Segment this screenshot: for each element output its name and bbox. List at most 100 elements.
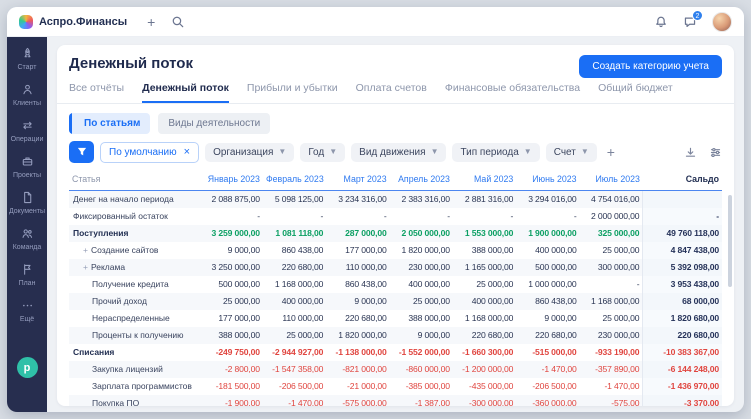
cell-value: 1 081 118,00: [275, 228, 324, 238]
table-row[interactable]: Денег на начало периода 2 088 875,00 5 098…: [69, 190, 722, 208]
column-month[interactable]: Март 2023: [326, 170, 390, 191]
assistant-logo-icon[interactable]: p: [16, 357, 38, 378]
cell-value: -: [447, 211, 450, 221]
row-label: Прочий доход: [92, 296, 147, 306]
cell-value: -: [636, 279, 640, 289]
briefcase-icon: [21, 155, 34, 170]
add-filter-button[interactable]: +: [603, 144, 619, 160]
cell-value: -1 900,00: [224, 398, 260, 406]
cell-value: -821 000,00: [342, 364, 387, 374]
table-row[interactable]: Закупка лицензий -2 800,00 -1 547 358,00 -8…: [69, 360, 722, 378]
table-row[interactable]: Зарплата программистов -181 500,00 -206 50…: [69, 377, 722, 395]
cell-saldo: 68 000,00: [642, 292, 722, 310]
avatar[interactable]: [712, 11, 732, 32]
close-icon[interactable]: ×: [184, 146, 190, 158]
cell-value: 2 000 000,00: [591, 211, 640, 221]
row-article: Зарплата программистов: [69, 378, 200, 395]
sidebar-item-projects[interactable]: Проекты: [7, 155, 47, 179]
column-month[interactable]: Июль 2023: [579, 170, 643, 191]
filter-dropdown-2[interactable]: Год ▼: [300, 142, 346, 162]
chevron-down-icon: ▼: [329, 147, 338, 156]
table-body: Денег на начало периода 2 088 875,00 5 098…: [69, 190, 722, 406]
sidebar-item-label: Команда: [12, 244, 42, 251]
filter-dropdown-4[interactable]: Тип периода ▼: [452, 142, 540, 162]
row-label: Проценты к получению: [92, 330, 184, 340]
cell-value: -1 470,00: [541, 364, 577, 374]
column-month[interactable]: Февраль 2023: [262, 170, 327, 191]
chevron-down-icon: ▼: [278, 147, 287, 156]
tab-6[interactable]: Общий бюджет: [598, 79, 673, 103]
search-icon[interactable]: [171, 15, 185, 29]
cell-value: 1 168 000,00: [274, 279, 324, 289]
cell-value: 25 000,00: [413, 296, 450, 306]
expand-icon[interactable]: +: [83, 262, 88, 272]
sidebar-item-clients[interactable]: Клиенты: [7, 83, 47, 107]
table-row[interactable]: Покупка ПО -1 900,00 -1 470,00 -575 000,00 -…: [69, 394, 722, 406]
row-label: Списания: [73, 347, 115, 357]
table-row[interactable]: Проценты к получению 388 000,00 25 000,00 1…: [69, 326, 722, 344]
cell-value: 860 438,00: [535, 296, 577, 306]
sidebar-item-label: Ещё: [19, 316, 35, 323]
table-row[interactable]: Фиксированный остаток - - - - - -2 000 000,00-: [69, 207, 722, 225]
cell-value: -2 944 927,00: [272, 347, 324, 357]
cell-saldo: -1 436 970,00: [642, 377, 722, 395]
chat-icon[interactable]: 2: [683, 9, 703, 29]
cell-value: 220 680,00: [281, 262, 324, 272]
tab-2[interactable]: Денежный поток: [142, 79, 229, 103]
sliders-icon[interactable]: [709, 146, 722, 159]
cell-value: 9 000,00: [227, 245, 260, 255]
tab-3[interactable]: Прибыли и убытки: [247, 79, 338, 103]
filter-preset-chip[interactable]: По умолчанию ×: [100, 141, 200, 163]
filter-dropdown-3[interactable]: Вид движения ▼: [351, 142, 447, 162]
bell-icon[interactable]: [654, 15, 668, 29]
cell-value: 110 000,00: [282, 313, 324, 323]
expand-icon[interactable]: +: [83, 245, 88, 255]
filter-dropdown-5[interactable]: Счет ▼: [545, 142, 597, 162]
tab-4[interactable]: Оплата счетов: [356, 79, 427, 103]
view-toggle-1[interactable]: По статьям: [69, 113, 151, 134]
sidebar: Старт Клиенты Операции Проекты Документы Кома…: [7, 37, 47, 412]
table-row[interactable]: + Создание сайтов 9 000,00 860 438,00 177 00…: [69, 241, 722, 259]
report-card: Денежный поток Создать категорию учета В…: [57, 45, 734, 406]
download-icon[interactable]: [684, 146, 697, 159]
filter-button[interactable]: [69, 141, 94, 163]
sidebar-item-start[interactable]: Старт: [7, 47, 47, 71]
column-month[interactable]: Май 2023: [452, 170, 517, 191]
sidebar-item-operations[interactable]: Операции: [7, 119, 47, 143]
row-article: Получение кредита: [69, 276, 200, 293]
cell-value: -1 552 000,00: [398, 347, 450, 357]
table-row[interactable]: Поступления 3 259 000,00 1 081 118,00 287 0…: [69, 224, 722, 242]
person-icon: [21, 83, 34, 98]
sidebar-item-more[interactable]: Ещё: [7, 299, 47, 323]
sidebar-item-team[interactable]: Команда: [7, 227, 47, 251]
rocket-icon: [21, 47, 34, 62]
sidebar-item-plan[interactable]: План: [7, 263, 47, 287]
vertical-scrollbar[interactable]: [728, 195, 732, 287]
column-month[interactable]: Январь 2023: [199, 170, 263, 191]
cell-value: 9 000,00: [544, 313, 577, 323]
table-row[interactable]: + Реклама 3 250 000,00 220 680,00 110 000,00…: [69, 258, 722, 276]
table-row[interactable]: Прочий доход 25 000,00 400 000,00 9 000,00 2…: [69, 292, 722, 310]
dots-icon: [21, 299, 34, 314]
cell-value: 220 680,00: [345, 313, 387, 323]
tab-1[interactable]: Все отчёты: [69, 79, 124, 103]
table-row[interactable]: Получение кредита 500 000,00 1 168 000,00 8…: [69, 275, 722, 293]
table-row[interactable]: Списания -249 750,00 -2 944 927,00 -1 138 0…: [69, 343, 722, 361]
row-label: Закупка лицензий: [92, 364, 163, 374]
tab-5[interactable]: Финансовые обязательства: [445, 79, 580, 103]
column-month[interactable]: Июнь 2023: [516, 170, 580, 191]
row-article: + Реклама: [69, 259, 200, 276]
sidebar-item-label: Клиенты: [12, 100, 42, 107]
create-plus-icon[interactable]: +: [147, 15, 155, 29]
column-month[interactable]: Апрель 2023: [389, 170, 453, 191]
row-label: Получение кредита: [92, 279, 169, 289]
table-row[interactable]: Нераспределенные 177 000,00 110 000,00 220 …: [69, 309, 722, 327]
view-toggle-2[interactable]: Виды деятельности: [158, 113, 271, 134]
cell-value: -575 000,00: [342, 398, 387, 406]
cell-value: 388 000,00: [218, 330, 260, 340]
filter-dropdown-1[interactable]: Организация ▼: [205, 142, 295, 162]
row-article: Прочий доход: [69, 293, 200, 310]
sidebar-item-documents[interactable]: Документы: [7, 191, 47, 215]
cell-saldo: -10 383 367,00: [642, 343, 722, 361]
create-category-button[interactable]: Создать категорию учета: [579, 55, 722, 78]
